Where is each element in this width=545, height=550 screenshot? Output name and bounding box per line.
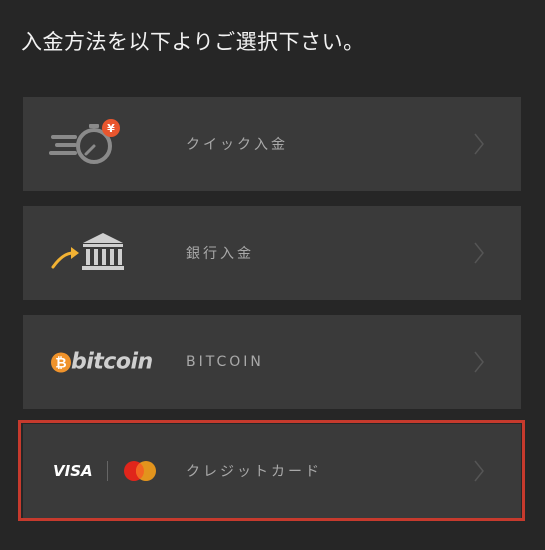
svg-text:₿: ₿ xyxy=(55,355,66,371)
bank-arrow-icon xyxy=(49,229,129,277)
page-title: 入金方法を以下よりご選択下さい。 xyxy=(21,30,365,54)
bitcoin-logo: ₿ bitcoin xyxy=(51,350,153,375)
method-bitcoin[interactable]: ₿ bitcoin BITCOIN xyxy=(23,315,521,409)
method-label: BITCOIN xyxy=(186,354,264,370)
bitcoin-icon: ₿ xyxy=(51,352,71,372)
svg-text:¥: ¥ xyxy=(107,122,115,135)
method-label: クイック入金 xyxy=(186,137,288,153)
chevron-right-icon xyxy=(474,351,484,373)
method-quick-deposit[interactable]: ¥ クイック入金 xyxy=(23,97,521,191)
quick-deposit-timer-yen-icon: ¥ xyxy=(49,117,123,171)
selected-highlight-frame xyxy=(18,420,525,521)
method-label: 銀行入金 xyxy=(186,246,254,262)
bitcoin-logo-text: bitcoin xyxy=(71,349,153,375)
deposit-method-page: 入金方法を以下よりご選択下さい。 ¥ クイック入金 銀行入金 ₿ bitcoin… xyxy=(0,0,545,550)
chevron-right-icon xyxy=(474,242,484,264)
chevron-right-icon xyxy=(474,133,484,155)
method-bank-deposit[interactable]: 銀行入金 xyxy=(23,206,521,300)
